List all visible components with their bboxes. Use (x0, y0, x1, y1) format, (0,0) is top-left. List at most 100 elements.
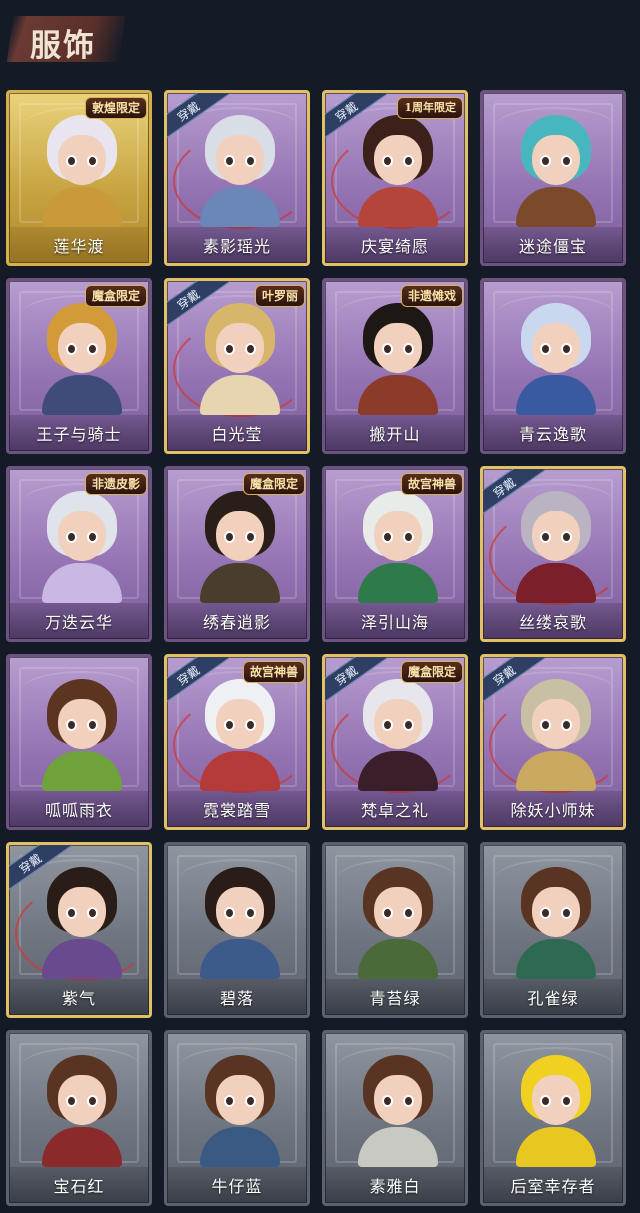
costume-card[interactable]: 碧落 (164, 842, 310, 1018)
costume-name: 白光莹 (211, 425, 263, 444)
portrait-eye (224, 719, 235, 731)
portrait-outfit (358, 563, 438, 603)
portrait-outfit (200, 563, 280, 603)
character-portrait (353, 491, 443, 603)
card-name-bar: 绣春逍影 (167, 603, 307, 639)
costume-card[interactable]: 素雅白 (322, 1030, 468, 1206)
card-name-bar: 紫气 (9, 979, 149, 1015)
card-name-bar: 碧落 (167, 979, 307, 1015)
costume-grid: 敦煌限定 莲华渡 穿戴 素影瑶光 1周年限定 穿戴 庆宴绮愿 迷途僵宝 魔盒限定 王子与骑士 叶罗丽… (0, 0, 640, 1213)
portrait-eye (87, 719, 98, 731)
costume-card[interactable]: 敦煌限定 莲华渡 (6, 90, 152, 266)
character-portrait (511, 303, 601, 415)
costume-name: 呱呱雨衣 (44, 801, 113, 820)
character-portrait (37, 1055, 127, 1167)
portrait-eye (224, 531, 235, 543)
portrait-outfit (42, 375, 122, 415)
costume-card[interactable]: 叶罗丽 穿戴 白光莹 (164, 278, 310, 454)
portrait-eye (87, 343, 98, 355)
portrait-eye (382, 155, 393, 167)
portrait-eye (87, 1095, 98, 1107)
costume-card[interactable]: 非遗傩戏 搬开山 (322, 278, 468, 454)
portrait-eye (540, 719, 551, 731)
character-portrait (511, 115, 601, 227)
portrait-eye (382, 907, 393, 919)
costume-name: 搬开山 (369, 425, 421, 444)
portrait-eye (561, 1095, 572, 1107)
card-name-bar: 莲华渡 (9, 227, 149, 263)
costume-name: 后室幸存者 (510, 1177, 596, 1196)
costume-card[interactable]: 穿戴 素影瑶光 (164, 90, 310, 266)
portrait-eye (382, 1095, 393, 1107)
character-portrait (37, 491, 127, 603)
portrait-eye (224, 343, 235, 355)
portrait-outfit (516, 1127, 596, 1167)
costume-card[interactable]: 魔盒限定绣春逍影 (164, 466, 310, 642)
portrait-outfit (516, 563, 596, 603)
portrait-outfit (516, 751, 596, 791)
costume-card[interactable]: 迷途僵宝 (480, 90, 626, 266)
portrait-outfit (516, 939, 596, 979)
costume-name: 碧落 (219, 989, 254, 1008)
card-name-bar: 迷途僵宝 (483, 227, 623, 263)
character-portrait (511, 1055, 601, 1167)
costume-card[interactable]: 青苔绿 (322, 842, 468, 1018)
costume-card[interactable]: 穿戴 丝缕哀歌 (480, 466, 626, 642)
costume-name: 孔雀绿 (527, 989, 579, 1008)
portrait-eye (66, 719, 77, 731)
portrait-outfit (358, 751, 438, 791)
portrait-eye (245, 155, 256, 167)
character-portrait (511, 867, 601, 979)
portrait-outfit (200, 1127, 280, 1167)
card-name-bar: 庆宴绮愿 (325, 227, 465, 263)
costume-name: 紫气 (61, 989, 96, 1008)
portrait-outfit (200, 187, 280, 227)
portrait-outfit (200, 751, 280, 791)
card-name-bar: 呱呱雨衣 (9, 791, 149, 827)
portrait-outfit (200, 375, 280, 415)
card-name-bar: 丝缕哀歌 (483, 603, 623, 639)
costume-card[interactable]: 穿戴 除妖小师妹 (480, 654, 626, 830)
limited-badge: 非遗皮影 (84, 473, 147, 495)
costume-card[interactable]: 故宫神兽 泽引山海 (322, 466, 468, 642)
portrait-eye (561, 155, 572, 167)
card-name-bar: 宝石红 (9, 1167, 149, 1203)
portrait-eye (403, 531, 414, 543)
portrait-outfit (42, 563, 122, 603)
costume-card[interactable]: 牛仔蓝 (164, 1030, 310, 1206)
costume-card[interactable]: 后室幸存者 (480, 1030, 626, 1206)
portrait-eye (87, 155, 98, 167)
limited-badge: 故宫神兽 (242, 661, 305, 683)
portrait-eye (540, 343, 551, 355)
card-name-bar: 泽引山海 (325, 603, 465, 639)
portrait-eye (87, 531, 98, 543)
portrait-outfit (42, 1127, 122, 1167)
costume-card[interactable]: 孔雀绿 (480, 842, 626, 1018)
card-name-bar: 素雅白 (325, 1167, 465, 1203)
costume-card[interactable]: 呱呱雨衣 (6, 654, 152, 830)
costume-name: 丝缕哀歌 (518, 613, 587, 632)
costume-card[interactable]: 宝石红 (6, 1030, 152, 1206)
costume-card[interactable]: 1周年限定 穿戴 庆宴绮愿 (322, 90, 468, 266)
limited-badge: 魔盒限定 (242, 473, 305, 495)
card-name-bar: 后室幸存者 (483, 1167, 623, 1203)
portrait-eye (245, 531, 256, 543)
costume-card[interactable]: 穿戴 紫气 (6, 842, 152, 1018)
character-portrait (195, 303, 285, 415)
costume-card[interactable]: 非遗皮影万迭云华 (6, 466, 152, 642)
costume-card[interactable]: 青云逸歌 (480, 278, 626, 454)
portrait-eye (66, 155, 77, 167)
costume-name: 万迭云华 (44, 613, 113, 632)
limited-badge: 1周年限定 (397, 97, 463, 119)
character-portrait (353, 115, 443, 227)
portrait-outfit (516, 375, 596, 415)
costume-card[interactable]: 故宫神兽 穿戴 霓裳踏雪 (164, 654, 310, 830)
costume-name: 王子与骑士 (36, 425, 122, 444)
card-name-bar: 青云逸歌 (483, 415, 623, 451)
character-portrait (195, 679, 285, 791)
portrait-eye (382, 343, 393, 355)
costume-card[interactable]: 魔盒限定 穿戴 梵卓之礼 (322, 654, 468, 830)
portrait-eye (382, 531, 393, 543)
costume-card[interactable]: 魔盒限定 王子与骑士 (6, 278, 152, 454)
limited-badge: 叶罗丽 (254, 285, 305, 307)
